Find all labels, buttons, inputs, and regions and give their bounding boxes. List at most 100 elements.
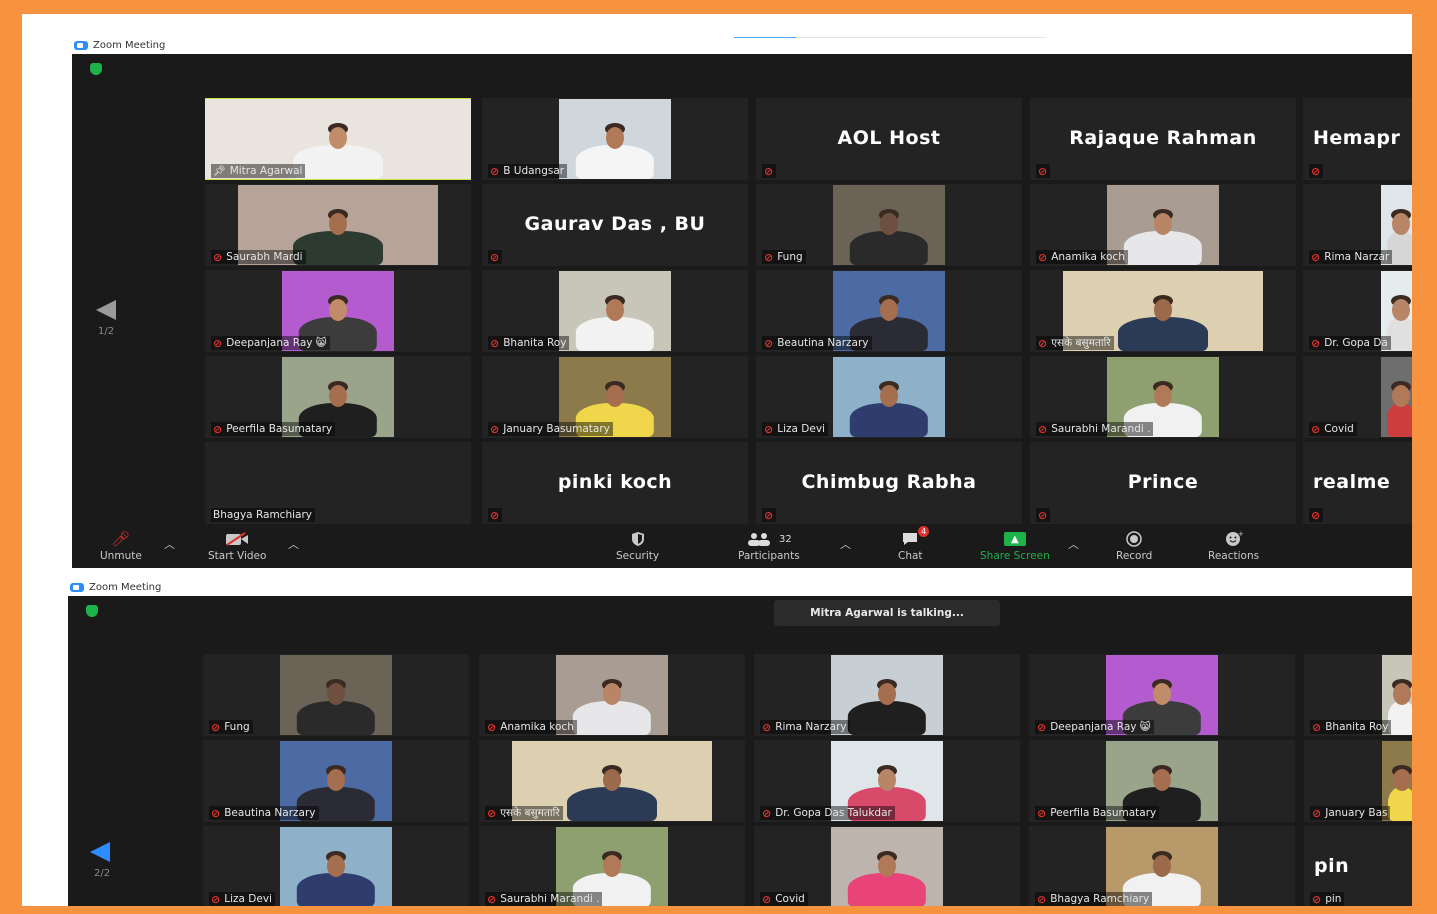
participant-tile-saurabh-mardi[interactable]: ⊘ Saurabh Mardi	[205, 184, 471, 266]
muted-mic-icon: ⊘	[762, 806, 772, 820]
previous-page-arrow-icon[interactable]	[96, 300, 116, 320]
zoom-logo-icon	[70, 582, 84, 592]
participant-tile-saurabhi-marandi[interactable]: ⊘ Saurabhi Marandi .	[1030, 356, 1296, 438]
participant-name-label: ⊘ Fung	[762, 250, 806, 264]
participant-tile-peerfila-basumatary[interactable]: ⊘ Peerfila Basumatary	[1029, 740, 1295, 822]
security-button[interactable]: Security	[616, 530, 659, 562]
participant-tile-rima-narzar[interactable]: ⊘ Rima Narzar	[1303, 184, 1412, 266]
muted-mic-icon: ⊘	[490, 508, 500, 522]
video-options-chevron-icon[interactable]: ︿	[288, 536, 299, 552]
participant-tile-liza-devi[interactable]: ⊘ Liza Devi	[756, 356, 1022, 438]
person-body	[575, 317, 655, 351]
participant-tile-realme[interactable]: realme ⊘	[1303, 442, 1412, 524]
participant-tile-dr-gopa-da[interactable]: ⊘ Dr. Gopa Da	[1303, 270, 1412, 352]
person-face	[329, 385, 347, 407]
participant-tile-anamika-koch[interactable]: ⊘ Anamika koch	[479, 654, 745, 736]
participant-tile-january-bas[interactable]: ⊘ January Bas	[1304, 740, 1412, 822]
participant-tile-rima-narzary[interactable]: ⊘ Rima Narzary	[754, 654, 1020, 736]
participant-tile-rajaque-rahman[interactable]: Rajaque Rahman ⊘	[1030, 98, 1296, 180]
participant-name: Bhagya Ramchiary	[213, 509, 312, 521]
participant-name-display: Chimbug Rabha	[801, 470, 977, 493]
participant-tile-beautina-narzary[interactable]: ⊘ Beautina Narzary	[756, 270, 1022, 352]
encryption-shield-icon[interactable]	[90, 63, 102, 75]
person-face	[880, 385, 898, 407]
person-body	[1118, 317, 1208, 351]
participant-tile-hemapr[interactable]: Hemapr ⊘	[1303, 98, 1412, 180]
participant-tile-january-basumatary[interactable]: ⊘ January Basumatary	[482, 356, 748, 438]
participant-tile-bhanita-roy[interactable]: ⊘ Bhanita Roy	[482, 270, 748, 352]
participant-name: Saurabh Mardi	[226, 251, 303, 263]
participant-tile-beautina-narzary[interactable]: ⊘ Beautina Narzary	[203, 740, 469, 822]
participant-name-label: ⊘	[1036, 508, 1051, 522]
participant-name-label: ⊘ Bhanita Roy	[488, 336, 570, 350]
participant-tile-saurabhi-marandi[interactable]: ⊘ Saurabhi Marandi .	[479, 826, 745, 906]
muted-mic-icon: ⊘	[1038, 508, 1048, 522]
record-icon	[1126, 530, 1142, 548]
participant-name-label: ⊘ एसके बसुमतारि	[485, 806, 563, 820]
participant-tile-chimbug-rabha[interactable]: Chimbug Rabha ⊘	[756, 442, 1022, 524]
participants-icon: 32	[746, 530, 792, 548]
participant-tile-deepanjana-ray[interactable]: ⊘ Deepanjana Ray 😸	[1029, 654, 1295, 736]
participant-tile-dr-gopa-das-talukdar[interactable]: ⊘ Dr. Gopa Das Talukdar	[754, 740, 1020, 822]
participant-name-label: ⊘ एसके बसुमतारि	[1036, 336, 1114, 350]
top-window-titlebar: Zoom Meeting	[74, 36, 165, 54]
muted-mic-icon: ⊘	[213, 336, 223, 350]
participant-name: January Bas	[1325, 807, 1388, 819]
participant-tile-deepanjana-ray[interactable]: ⊘ Deepanjana Ray 😸	[205, 270, 471, 352]
participant-tile-participant[interactable]: ⊘ एसके बसुमतारि	[1030, 270, 1296, 352]
encryption-shield-icon[interactable]	[86, 605, 98, 617]
muted-mic-icon: ⊘	[1038, 422, 1048, 436]
participant-video-feed	[559, 99, 671, 179]
bottom-zoom-window: Mitra Agarwal is talking... 2/2 ⊘ Fung ⊘ An…	[68, 596, 1412, 906]
share-screen-label: Share Screen	[980, 550, 1050, 562]
start-video-button[interactable]: Start Video	[208, 530, 266, 562]
participant-tile-covid[interactable]: ⊘ Covid	[754, 826, 1020, 906]
participant-tile-pin[interactable]: pin ⊘ pin	[1304, 826, 1412, 906]
participant-tile-peerfila-basumatary[interactable]: ⊘ Peerfila Basumatary	[205, 356, 471, 438]
record-button[interactable]: Record	[1116, 530, 1152, 562]
participant-tile-bhagya-ramchiary[interactable]: ⊘ Bhagya Ramchiary	[1029, 826, 1295, 906]
previous-page-arrow-icon[interactable]	[90, 842, 110, 862]
participant-tile-fung[interactable]: ⊘ Fung	[203, 654, 469, 736]
share-options-chevron-icon[interactable]: ︿	[1068, 536, 1079, 552]
participant-name: Anamika koch	[1051, 251, 1125, 263]
participant-tile-pinki-koch[interactable]: pinki koch ⊘	[482, 442, 748, 524]
participant-tile-bhagya-ramchiary[interactable]: Bhagya Ramchiary	[205, 442, 471, 524]
participant-tile-covid[interactable]: ⊘ Covid	[1303, 356, 1412, 438]
audio-options-chevron-icon[interactable]: ︿	[164, 536, 175, 552]
person-face	[1393, 769, 1411, 791]
unmute-button[interactable]: 🎤︎ Unmute	[100, 530, 142, 562]
muted-mic-icon: ⊘	[764, 508, 774, 522]
participants-button[interactable]: 32 Participants	[738, 530, 800, 562]
participant-tile-anamika-koch[interactable]: ⊘ Anamika koch	[1030, 184, 1296, 266]
participant-video-feed	[833, 185, 945, 265]
participant-name: Mitra Agarwal	[229, 165, 303, 177]
participant-tile-prince[interactable]: Prince ⊘	[1030, 442, 1296, 524]
muted-mic-icon: ⊘	[1311, 508, 1321, 522]
chat-button[interactable]: 4 Chat	[898, 526, 930, 562]
share-screen-button[interactable]: ▲ Share Screen	[980, 530, 1050, 562]
participant-tile-liza-devi[interactable]: ⊘ Liza Devi	[203, 826, 469, 906]
muted-mic-icon: ⊘	[1037, 806, 1047, 820]
video-off-icon	[225, 530, 249, 548]
participant-name-display: Gaurav Das , BU	[524, 212, 706, 235]
participant-video-feed	[280, 827, 392, 906]
participant-tile-mitra-agarwal[interactable]: 📌︎ Mitra Agarwal	[205, 98, 471, 180]
participant-name-label: ⊘ Rima Narzar	[1309, 250, 1393, 264]
muted-mic-icon: ⊘	[1311, 164, 1321, 178]
participant-tile-bhanita-roy[interactable]: ⊘ Bhanita Roy	[1304, 654, 1412, 736]
participant-tile-fung[interactable]: ⊘ Fung	[756, 184, 1022, 266]
participant-name-display: Rajaque Rahman	[1069, 126, 1257, 149]
muted-mic-icon: ⊘	[211, 892, 221, 906]
participant-name-label: ⊘	[1309, 164, 1324, 178]
participant-tile-participant[interactable]: ⊘ एसके बसुमतारि	[479, 740, 745, 822]
person-body	[1387, 403, 1412, 437]
participant-name: एसके बसुमतारि	[1051, 337, 1111, 349]
participant-tile-gaurav-das-bu[interactable]: Gaurav Das , BU ⊘	[482, 184, 748, 266]
reactions-button[interactable]: + Reactions	[1208, 530, 1259, 562]
muted-mic-icon: ⊘	[490, 164, 500, 178]
participants-options-chevron-icon[interactable]: ︿	[840, 536, 851, 552]
person-body	[1388, 787, 1412, 821]
participant-tile-aol-host[interactable]: AOL Host ⊘	[756, 98, 1022, 180]
participant-tile-b-udangsar[interactable]: ⊘ B Udangsar	[482, 98, 748, 180]
